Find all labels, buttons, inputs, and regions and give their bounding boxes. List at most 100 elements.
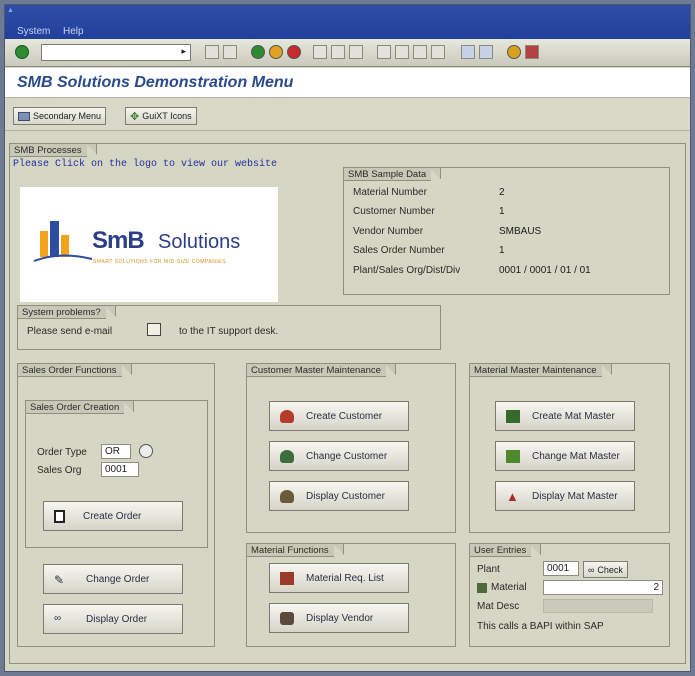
vendor-icon bbox=[280, 611, 294, 625]
frame-title: User Entries bbox=[469, 543, 542, 557]
frame-title: SMB Processes bbox=[9, 143, 97, 157]
help-icon[interactable] bbox=[507, 45, 521, 59]
menu-system[interactable]: System bbox=[17, 26, 50, 37]
create-customer-button[interactable]: Create Customer bbox=[269, 401, 409, 431]
find-icon[interactable] bbox=[331, 45, 345, 59]
create-mat-master-button[interactable]: Create Mat Master bbox=[495, 401, 635, 431]
page-title: SMB Solutions Demonstration Menu bbox=[17, 74, 294, 91]
change-mat-master-button[interactable]: Change Mat Master bbox=[495, 441, 635, 471]
material-change-icon bbox=[506, 449, 520, 463]
check-button[interactable]: ∞ Check bbox=[583, 561, 628, 578]
next-page-icon[interactable] bbox=[413, 45, 427, 59]
shortcut-icon[interactable] bbox=[479, 45, 493, 59]
folder-icon bbox=[18, 111, 30, 121]
display-order-label: Display Order bbox=[86, 613, 148, 625]
find-next-icon[interactable] bbox=[349, 45, 363, 59]
document-icon bbox=[54, 509, 65, 523]
customer-display-icon bbox=[280, 489, 294, 503]
bapi-note: This calls a BAPI within SAP bbox=[477, 621, 604, 632]
menu-help[interactable]: Help bbox=[63, 26, 84, 37]
change-customer-label: Change Customer bbox=[306, 450, 388, 462]
create-customer-label: Create Customer bbox=[306, 410, 383, 422]
matdesc-field bbox=[543, 599, 653, 613]
sample-value: 1 bbox=[499, 245, 505, 256]
layout-icon[interactable] bbox=[525, 45, 539, 59]
smb-logo[interactable]: SmB Solutions SMART SOLUTIONS FOR MID-SI… bbox=[20, 187, 278, 302]
save-icon[interactable] bbox=[223, 45, 237, 59]
display-mat-master-button[interactable]: ▲ Display Mat Master bbox=[495, 481, 635, 511]
change-mat-master-label: Change Mat Master bbox=[532, 450, 620, 462]
frame-title: Material Functions bbox=[246, 543, 344, 557]
customer-create-icon bbox=[280, 409, 294, 423]
change-order-button[interactable]: ✎ Change Order bbox=[43, 564, 183, 594]
material-label: Material bbox=[491, 582, 527, 593]
frame-title: Material Master Maintenance bbox=[469, 363, 612, 377]
create-mat-master-label: Create Mat Master bbox=[532, 410, 615, 422]
logo-brand: SmB bbox=[92, 227, 145, 254]
support-text-before: Please send e-mail bbox=[27, 326, 113, 337]
material-req-list-button[interactable]: Material Req. List bbox=[269, 563, 409, 593]
window-system-icon[interactable]: ▲ bbox=[7, 7, 14, 14]
email-icon[interactable] bbox=[147, 323, 161, 336]
support-text-after: to the IT support desk. bbox=[179, 326, 279, 337]
display-vendor-button[interactable]: Display Vendor bbox=[269, 603, 409, 633]
plant-input[interactable]: 0001 bbox=[543, 561, 579, 576]
display-vendor-label: Display Vendor bbox=[306, 612, 374, 624]
frame-title: Customer Master Maintenance bbox=[246, 363, 396, 377]
last-page-icon[interactable] bbox=[431, 45, 445, 59]
frame-title: SMB Sample Data bbox=[343, 167, 442, 181]
logo-tagline: SMART SOLUTIONS FOR MID-SIZE COMPANIES bbox=[93, 259, 226, 265]
back-icon[interactable] bbox=[251, 45, 265, 59]
logo-hint: Please Click on the logo to view our web… bbox=[13, 159, 278, 170]
cancel-icon[interactable] bbox=[287, 45, 301, 59]
secondary-menu-label: Secondary Menu bbox=[33, 111, 102, 121]
move-icon: ✥ bbox=[130, 110, 140, 123]
sample-label: Material Number bbox=[353, 187, 427, 198]
material-input[interactable]: 2 bbox=[543, 580, 663, 595]
application-toolbar: Secondary Menu ✥ GuiXT Icons bbox=[5, 99, 690, 131]
enter-icon[interactable] bbox=[15, 45, 29, 59]
frame-title: System problems? bbox=[17, 305, 116, 319]
material-req-list-label: Material Req. List bbox=[306, 572, 384, 584]
sales-org-input[interactable]: 0001 bbox=[101, 462, 139, 477]
create-order-button[interactable]: Create Order bbox=[43, 501, 183, 531]
customer-change-icon bbox=[280, 449, 294, 463]
sample-value: 2 bbox=[499, 187, 505, 198]
history-icon[interactable] bbox=[205, 45, 219, 59]
new-session-icon[interactable] bbox=[461, 45, 475, 59]
sample-value: 0001 / 0001 / 01 / 01 bbox=[499, 265, 591, 276]
command-field[interactable]: ▸ bbox=[41, 44, 191, 61]
title-bar: SMB Solutions Demonstration Menu bbox=[5, 68, 690, 98]
sap-window: ▲ System Help ▸ SMB Solutions Demonstrat… bbox=[4, 4, 691, 672]
sample-label: Sales Order Number bbox=[353, 245, 445, 256]
change-customer-button[interactable]: Change Customer bbox=[269, 441, 409, 471]
exit-icon[interactable] bbox=[269, 45, 283, 59]
sample-label: Customer Number bbox=[353, 206, 435, 217]
previous-page-icon[interactable] bbox=[395, 45, 409, 59]
first-page-icon[interactable] bbox=[377, 45, 391, 59]
secondary-menu-button[interactable]: Secondary Menu bbox=[13, 107, 107, 125]
sample-label: Vendor Number bbox=[353, 226, 424, 237]
sales-org-label: Sales Org bbox=[37, 465, 82, 476]
display-customer-label: Display Customer bbox=[306, 490, 385, 502]
matdesc-label: Mat Desc bbox=[477, 601, 520, 612]
pencil-icon: ✎ bbox=[54, 572, 65, 587]
standard-toolbar: ▸ bbox=[5, 39, 690, 67]
plant-label: Plant bbox=[477, 564, 500, 575]
search-help-icon[interactable] bbox=[139, 444, 153, 458]
order-type-label: Order Type bbox=[37, 447, 87, 458]
check-label: Check bbox=[597, 564, 623, 575]
display-customer-button[interactable]: Display Customer bbox=[269, 481, 409, 511]
create-order-label: Create Order bbox=[83, 510, 142, 522]
order-type-input[interactable]: OR bbox=[101, 444, 131, 459]
frame-title: Sales Order Functions bbox=[17, 363, 132, 377]
material-create-icon bbox=[506, 409, 520, 423]
guixt-icons-button[interactable]: ✥ GuiXT Icons bbox=[125, 107, 197, 125]
material-display-icon: ▲ bbox=[506, 488, 519, 504]
display-order-button[interactable]: ∞ Display Order bbox=[43, 604, 183, 634]
print-icon[interactable] bbox=[313, 45, 327, 59]
sample-label: Plant/Sales Org/Dist/Div bbox=[353, 265, 461, 276]
guixt-icons-label: GuiXT Icons bbox=[142, 111, 192, 121]
menu-bar: ▲ System Help bbox=[5, 5, 690, 39]
change-order-label: Change Order bbox=[86, 573, 150, 585]
